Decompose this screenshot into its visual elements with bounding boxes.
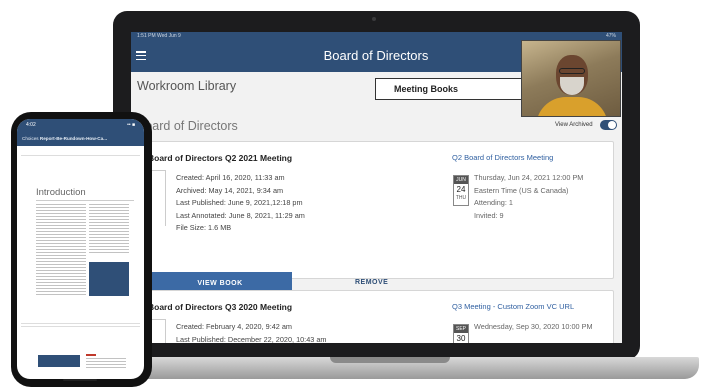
created-date: Created: April 16, 2020, 11:33 am [176,173,285,182]
view-archived-toggle[interactable] [600,120,617,130]
event-date: Wednesday, Sep 30, 2020 10:00 PM [474,322,593,331]
app-title: Board of Directors [323,48,429,63]
archived-date: Archived: May 14, 2021, 9:34 am [176,185,284,195]
meeting-books-tab[interactable]: Meeting Books [375,78,535,100]
laptop-screen: 1:51 PM Wed Jun 9 47% Board of Directors… [131,32,622,343]
document-highlight [86,354,96,356]
meeting-link[interactable]: Q3 Meeting - Custom Zoom VC URL [452,302,574,311]
phone-doc-title: Report-Be-Rundown-How-Ca... [39,136,108,141]
hamburger-icon[interactable] [136,51,146,61]
calendar-month: SEP [454,325,468,333]
created-date: Created: February 4, 2020, 9:42 am [176,322,293,331]
video-call-tile [521,40,621,117]
document-text-block [89,204,129,254]
event-timezone: Eastern Time (US & Canada) [474,185,569,195]
document-text-block [36,204,86,296]
event-details: Wednesday, Sep 30, 2020 10:00 PM [474,321,604,334]
meeting-title: Board of Directors Q3 2020 Meeting [148,302,293,312]
battery-status: 47% [605,33,616,39]
calendar-icon: JUN 24 THU [453,175,469,206]
document-figure [89,262,129,296]
meeting-card: Board of Directors Q3 2020 Meeting Q3 Me… [141,290,614,343]
last-published: Last Published: December 22, 2020, 10:43… [176,334,327,344]
view-archived-label: View Archived [555,122,593,128]
home-indicator[interactable] [63,379,97,381]
calendar-month: JUN [454,176,468,184]
calendar-icon: SEP 30 [453,324,469,343]
phone-status-bar: 4:02 •• ■ [17,119,144,133]
event-date: Thursday, Jun 24, 2021 12:00 PM [474,173,584,182]
calendar-day: 24 [456,185,466,194]
document-text-block [86,358,126,370]
meeting-meta: Created: February 4, 2020, 9:42 am Last … [176,321,327,343]
phone-signal: •• ■ [127,122,135,128]
calendar-day: 30 [456,334,466,343]
status-bar: 1:51 PM Wed Jun 9 47% [131,32,622,40]
section-title: Board of Directors [137,119,238,133]
last-published: Last Published: June 9, 2021,12:18 pm [176,198,303,207]
invited-count: Invited: 9 [474,210,504,220]
last-annotated: Last Annotated: June 8, 2021, 11:29 am [176,210,305,220]
attending-count: Attending: 1 [474,198,513,207]
meeting-link[interactable]: Q2 Board of Directors Meeting [452,153,553,162]
camera-dot [372,17,376,21]
laptop-notch [330,357,450,363]
document-figure [38,355,80,367]
phone-time: 4:02 [26,122,36,128]
file-size: File Size: 1.6 MB [176,223,232,232]
heading-rule [36,200,134,201]
remove-button[interactable]: REMOVE [355,279,388,286]
phone-doc-header: Choices Report-Be-Rundown-How-Ca... [17,133,144,146]
document-heading: Introduction [36,187,86,198]
phone-back-link[interactable]: Choices [22,136,39,141]
status-time: 1:51 PM Wed Jun 9 [137,33,181,39]
calendar-dow: THU [455,195,467,201]
meeting-meta: Created: April 16, 2020, 11:33 am Archiv… [176,172,305,235]
workroom-library-label: Workroom Library [137,79,237,93]
meeting-card: Board of Directors Q2 2021 Meeting Q2 Bo… [141,141,614,295]
event-details: Thursday, Jun 24, 2021 12:00 PM Eastern … [474,172,604,222]
meeting-title: Board of Directors Q2 2021 Meeting [148,153,293,163]
